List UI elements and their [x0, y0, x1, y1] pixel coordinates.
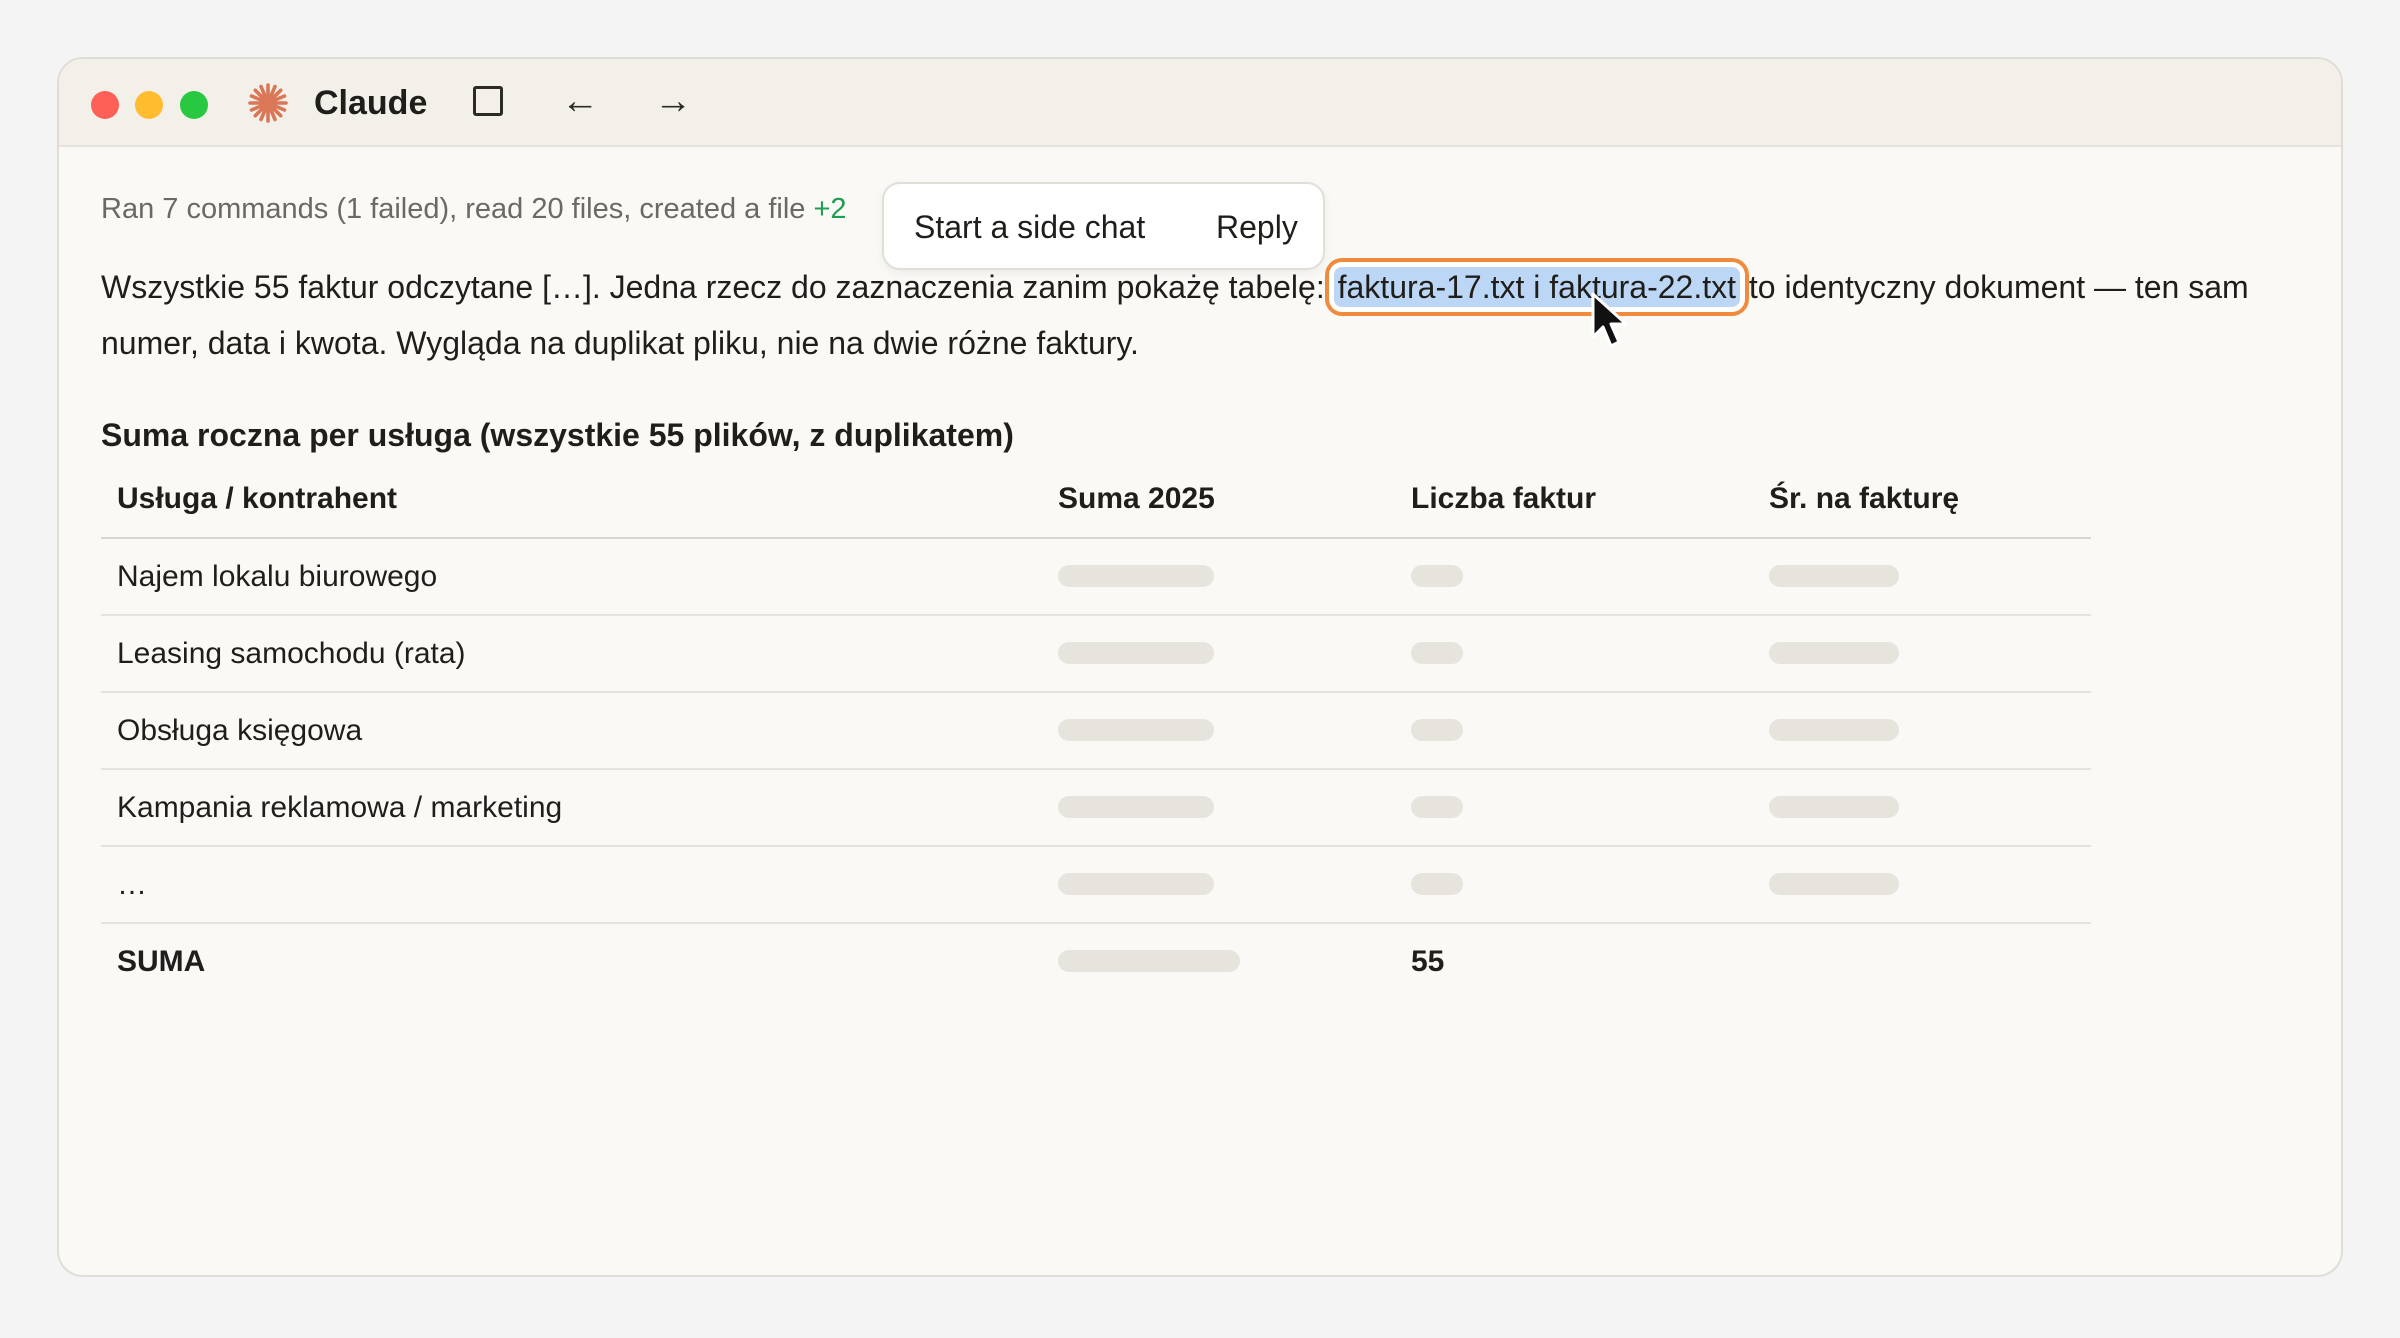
- app-window: Claude ← → Ran 7 commands (1 failed), re…: [57, 57, 2343, 1277]
- mouse-cursor-icon: [1591, 292, 1628, 348]
- service-name: Leasing samochodu (rata): [117, 637, 466, 670]
- minimize-window-button[interactable]: [135, 91, 163, 119]
- service-name: …: [117, 868, 147, 901]
- selected-text[interactable]: faktura-17.txt i faktura-22.txt: [1333, 267, 1740, 307]
- reply-button[interactable]: Reply: [1216, 208, 1298, 246]
- loading-placeholder: [1058, 565, 1214, 587]
- column-header-average: Śr. na fakturę: [1769, 482, 1960, 515]
- loading-placeholder: [1769, 642, 1899, 664]
- arrow-right-icon[interactable]: →: [654, 77, 692, 125]
- start-side-chat-button[interactable]: Start a side chat: [914, 208, 1145, 246]
- section-title: Suma roczna per usługa (wszystkie 55 pli…: [101, 417, 1014, 453]
- table-header-row: Usługa / kontrahent Suma 2025 Liczba fak…: [101, 459, 2091, 539]
- added-count: +2: [813, 193, 847, 225]
- service-name: Najem lokalu biurowego: [117, 560, 438, 593]
- loading-placeholder: [1058, 796, 1214, 818]
- activity-summary[interactable]: Ran 7 commands (1 failed), read 20 files…: [101, 191, 847, 227]
- loading-placeholder: [1058, 950, 1240, 972]
- service-name: Kampania reklamowa / marketing: [117, 791, 563, 824]
- loading-placeholder: [1058, 719, 1214, 741]
- arrow-left-icon[interactable]: ←: [561, 77, 599, 125]
- loading-placeholder: [1769, 719, 1899, 741]
- loading-placeholder: [1411, 796, 1463, 818]
- summary-table: Usługa / kontrahent Suma 2025 Liczba fak…: [101, 482, 2091, 1001]
- column-header-count: Liczba faktur: [1411, 482, 1597, 515]
- close-window-button[interactable]: [91, 91, 119, 119]
- total-count: 55: [1411, 945, 1445, 978]
- loading-placeholder: [1411, 873, 1463, 895]
- activity-summary-text: Ran 7 commands (1 failed), read 20 files…: [101, 193, 806, 225]
- column-header-sum: Suma 2025: [1058, 482, 1215, 515]
- table-row: Leasing samochodu (rata): [101, 616, 2091, 693]
- service-name: Obsługa księgowa: [117, 714, 363, 747]
- loading-placeholder: [1058, 642, 1214, 664]
- title-bar: Claude ← →: [59, 59, 2341, 147]
- message-text-before: Wszystkie 55 faktur odczytane […]. Jedna…: [101, 269, 1334, 305]
- claude-logo-icon: [248, 83, 288, 123]
- table-total-row: SUMA 55: [101, 924, 2091, 1001]
- sidebar-toggle-icon[interactable]: [473, 86, 503, 116]
- column-header-service: Usługa / kontrahent: [117, 482, 398, 515]
- table-row: …: [101, 847, 2091, 924]
- loading-placeholder: [1769, 796, 1899, 818]
- total-label: SUMA: [117, 945, 206, 978]
- maximize-window-button[interactable]: [180, 91, 208, 119]
- loading-placeholder: [1058, 873, 1214, 895]
- table-row: Obsługa księgowa: [101, 693, 2091, 770]
- assistant-message: Wszystkie 55 faktur odczytane […]. Jedna…: [101, 259, 2251, 371]
- loading-placeholder: [1411, 642, 1463, 664]
- loading-placeholder: [1769, 565, 1899, 587]
- loading-placeholder: [1411, 719, 1463, 741]
- app-title: Claude: [314, 84, 428, 122]
- loading-placeholder: [1411, 565, 1463, 587]
- loading-placeholder: [1769, 873, 1899, 895]
- table-row: Najem lokalu biurowego: [101, 539, 2091, 616]
- selection-popup: Start a side chat Reply: [882, 182, 1325, 270]
- table-row: Kampania reklamowa / marketing: [101, 770, 2091, 847]
